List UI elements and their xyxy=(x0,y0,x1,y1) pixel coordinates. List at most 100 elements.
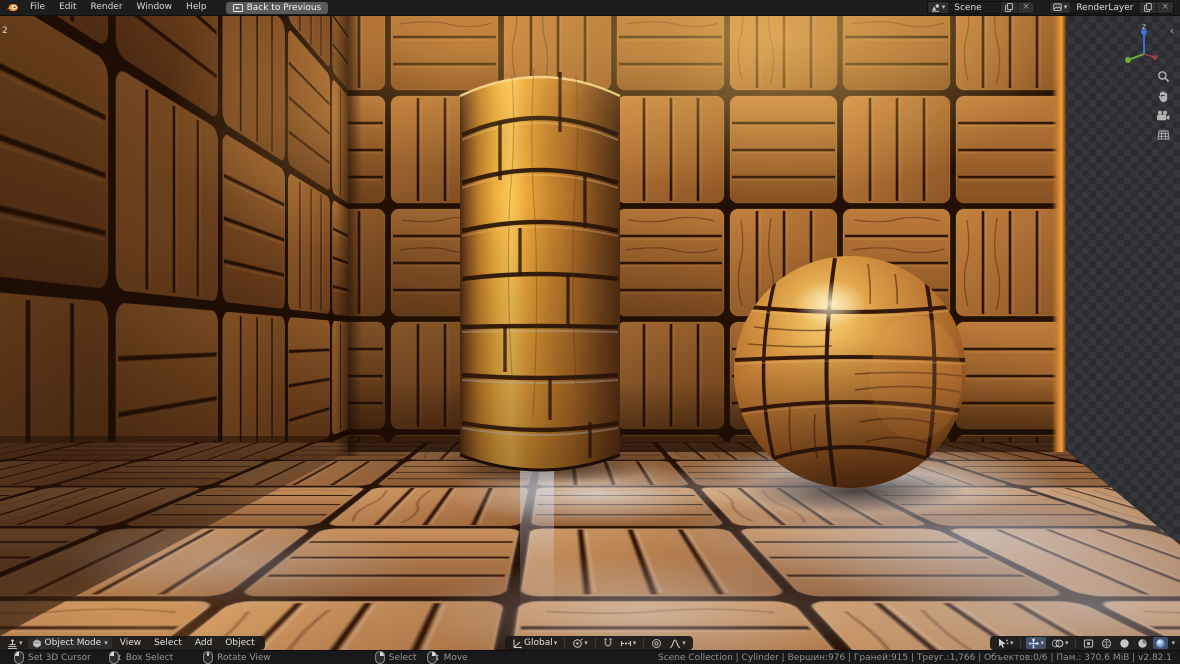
snap-increment-icon xyxy=(620,638,632,649)
pivot-point-select[interactable]: ▾ xyxy=(570,637,590,649)
shading-wireframe-button[interactable] xyxy=(1099,637,1114,649)
viewport-header-middle: Global ▾ ▾ ▾ xyxy=(505,636,693,650)
wall-edge-highlight xyxy=(1052,16,1066,452)
magnet-icon xyxy=(603,638,613,649)
hint-move: Move xyxy=(427,651,468,664)
editor-type-button[interactable]: ▾ xyxy=(5,637,25,649)
material-preview-icon xyxy=(1137,638,1148,649)
sphere-object[interactable] xyxy=(730,252,970,492)
back-to-previous-button[interactable]: Back to Previous xyxy=(226,2,329,14)
zoom-icon[interactable] xyxy=(1157,70,1170,83)
separator xyxy=(564,638,565,648)
close-icon: × xyxy=(1022,3,1030,12)
hint-select: Select xyxy=(375,651,417,664)
duplicate-icon xyxy=(1144,3,1152,12)
chevron-down-icon: ▾ xyxy=(1065,640,1069,647)
chevron-down-icon: ▾ xyxy=(942,4,946,11)
pivot-point-icon xyxy=(572,638,583,649)
mouse-middle-icon xyxy=(203,651,213,664)
editor-3d-viewport-icon xyxy=(7,638,18,649)
viewport-3d[interactable]: 2 Z xyxy=(0,16,1180,650)
chevron-down-icon: ▾ xyxy=(1010,640,1014,647)
menu-file[interactable]: File xyxy=(23,0,52,15)
mode-select[interactable]: Object Mode ▾ xyxy=(28,637,112,649)
hint-box-select: Box Select xyxy=(109,651,173,664)
separator xyxy=(1020,638,1021,648)
hint-rotate-view: Rotate View xyxy=(203,651,271,664)
scene-selector: ▾ Scene × xyxy=(927,1,1035,14)
orientation-label: Global xyxy=(524,638,553,648)
mouse-right-drag-icon xyxy=(427,651,440,664)
shading-solid-button[interactable] xyxy=(1117,637,1132,649)
sidebar-collapse-arrow[interactable]: ‹ xyxy=(1170,26,1174,37)
proportional-editing-icon xyxy=(651,638,662,649)
separator xyxy=(595,638,596,648)
scene-new-button[interactable] xyxy=(1000,2,1017,13)
scene-statistics: Scene Collection | Cylinder | Вершин:976… xyxy=(658,653,1172,663)
menu-edit[interactable]: Edit xyxy=(52,0,83,15)
scene-browse-button[interactable]: ▾ xyxy=(928,2,949,13)
render-layer-browse-button[interactable]: ▾ xyxy=(1050,2,1071,13)
shading-options-chevron[interactable]: ▾ xyxy=(1171,640,1175,647)
viewport-header-right: ▾ ▾ ▾ xyxy=(990,636,1180,650)
cylinder-object[interactable] xyxy=(450,56,630,496)
menu-view[interactable]: View xyxy=(115,638,146,648)
mouse-left-drag-icon xyxy=(109,651,122,664)
viewport-header-left: ▾ Object Mode ▾ View Select Add Object xyxy=(0,636,265,650)
close-icon: × xyxy=(1161,3,1169,12)
separator xyxy=(643,638,644,648)
render-layer-remove-button[interactable]: × xyxy=(1156,2,1173,13)
gizmos-toggle[interactable]: ▾ xyxy=(1026,637,1046,649)
menu-object[interactable]: Object xyxy=(220,638,259,648)
render-layer-name[interactable]: RenderLayer xyxy=(1070,3,1139,13)
menu-window[interactable]: Window xyxy=(130,0,180,15)
menu-render[interactable]: Render xyxy=(84,0,130,15)
axes-icon xyxy=(512,638,523,649)
viewport-nav-controls xyxy=(1156,70,1170,140)
navigation-axis-gizmo[interactable]: Z xyxy=(1124,22,1170,72)
blender-window: File Edit Render Window Help Back to Pre… xyxy=(0,0,1180,664)
render-layer-selector: ▾ RenderLayer × xyxy=(1049,1,1174,14)
blender-logo-icon[interactable] xyxy=(6,2,19,13)
topbar: File Edit Render Window Help Back to Pre… xyxy=(0,0,1180,16)
chevron-down-icon: ▾ xyxy=(633,640,637,647)
pan-hand-icon[interactable] xyxy=(1157,90,1170,103)
shading-rendered-button[interactable] xyxy=(1153,637,1168,649)
xray-icon xyxy=(1083,638,1094,649)
snap-toggle[interactable] xyxy=(601,637,615,649)
chevron-down-icon: ▾ xyxy=(584,640,588,647)
overlays-icon xyxy=(1051,638,1064,649)
gizmos-icon xyxy=(1028,638,1039,649)
transform-orientation-select[interactable]: Global ▾ xyxy=(510,637,559,649)
separator xyxy=(1075,638,1076,648)
mouse-right-icon xyxy=(375,651,385,664)
mode-label: Object Mode xyxy=(45,638,102,648)
shading-material-button[interactable] xyxy=(1135,637,1150,649)
snap-target-select[interactable]: ▾ xyxy=(618,637,639,649)
camera-view-icon[interactable] xyxy=(1156,110,1170,121)
chevron-down-icon: ▾ xyxy=(1040,640,1044,647)
scene-unlink-button[interactable]: × xyxy=(1017,2,1034,13)
proportional-editing-toggle[interactable] xyxy=(649,637,664,649)
xray-toggle[interactable] xyxy=(1081,637,1096,649)
menu-help[interactable]: Help xyxy=(179,0,214,15)
back-arrow-icon xyxy=(233,4,243,12)
solid-icon xyxy=(1119,638,1130,649)
rendered-icon xyxy=(1155,638,1166,649)
menu-add[interactable]: Add xyxy=(190,638,217,648)
hint-set-3d-cursor: Set 3D Cursor xyxy=(14,651,91,664)
mouse-left-icon xyxy=(14,651,24,664)
overlays-toggle[interactable]: ▾ xyxy=(1049,637,1071,649)
chevron-down-icon: ▾ xyxy=(1064,4,1068,11)
scene-name[interactable]: Scene xyxy=(948,3,1000,13)
object-visibility-select[interactable]: ▾ xyxy=(995,637,1016,649)
frame-overlay-text: 2 xyxy=(2,26,8,36)
object-mode-cube-icon xyxy=(32,638,42,649)
chevron-down-icon: ▾ xyxy=(104,640,108,647)
render-layer-new-button[interactable] xyxy=(1139,2,1156,13)
wireframe-icon xyxy=(1101,638,1112,649)
chevron-down-icon: ▾ xyxy=(19,640,23,647)
falloff-select[interactable]: ▾ xyxy=(667,637,688,649)
toggle-ortho-icon[interactable] xyxy=(1157,128,1170,140)
menu-select[interactable]: Select xyxy=(149,638,187,648)
